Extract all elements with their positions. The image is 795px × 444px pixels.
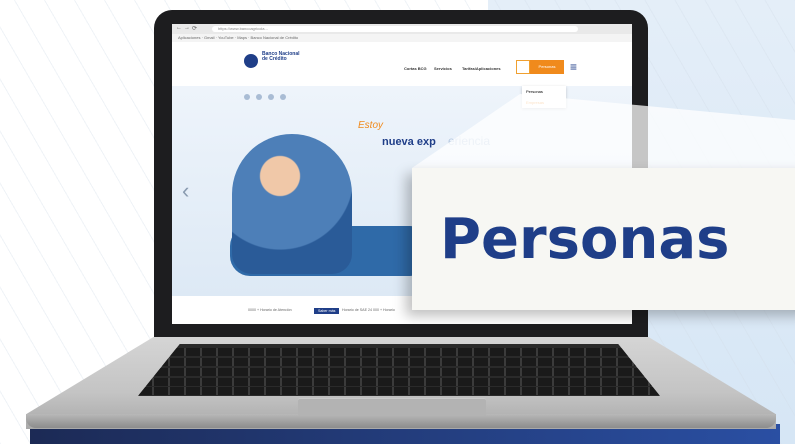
social-icons (244, 94, 286, 100)
laptop-base-rim (26, 414, 776, 428)
social-icon[interactable] (280, 94, 286, 100)
search-icon[interactable] (516, 60, 530, 74)
menu-item[interactable]: Cortas BCG (404, 66, 427, 71)
social-icon[interactable] (256, 94, 262, 100)
hero-person-image (232, 134, 352, 274)
footer-text: 0000 + Horario de Atención (248, 308, 292, 312)
social-icon[interactable] (268, 94, 274, 100)
key-row (138, 348, 660, 356)
menu-item[interactable]: Tarifas/Aplicaciones (462, 66, 501, 71)
hero-headline: nueva exp (382, 136, 436, 148)
bookmarks-bar[interactable]: Aplicaciones · Gmail · YouTube · Maps · … (172, 34, 632, 42)
hamburger-icon[interactable]: ≡ (570, 61, 577, 73)
key-row (138, 378, 660, 386)
callout-label: Personas (440, 207, 730, 272)
key-row (138, 368, 660, 376)
browser-tabbar: ← → ⟳ https://www.bancoagricola... (172, 24, 632, 34)
hero-headline-faded: eriencia (448, 134, 491, 148)
laptop-keyboard (138, 344, 660, 396)
reload-icon[interactable]: ⟳ (192, 25, 197, 32)
bank-logo-text[interactable]: Banco Nacional de Crédito (262, 52, 302, 62)
address-bar[interactable]: https://www.bancoagricola... (212, 26, 578, 32)
hero-text: Estoy (358, 120, 384, 131)
menu-item[interactable]: Servicios (434, 66, 452, 71)
bank-logo-icon[interactable] (244, 54, 258, 68)
chevron-left-icon[interactable]: ‹ (182, 178, 189, 204)
key-row (138, 358, 660, 366)
back-icon[interactable]: ← (176, 25, 182, 31)
site-header: Banco Nacional de Crédito Cortas BCG Ser… (172, 42, 632, 86)
forward-icon[interactable]: → (184, 25, 190, 31)
dropdown-item[interactable]: Empresas (522, 97, 566, 108)
footer-text: Horario de SAE 24 000 + Horario (342, 308, 395, 312)
segment-button[interactable]: Personas (530, 60, 564, 74)
key-row (138, 387, 660, 395)
segment-dropdown: Personas Empresas (522, 86, 566, 108)
laptop-trackpad (298, 398, 486, 416)
dropdown-item[interactable]: Personas (522, 86, 566, 97)
social-icon[interactable] (244, 94, 250, 100)
footer-button[interactable]: Saber más (314, 308, 340, 314)
